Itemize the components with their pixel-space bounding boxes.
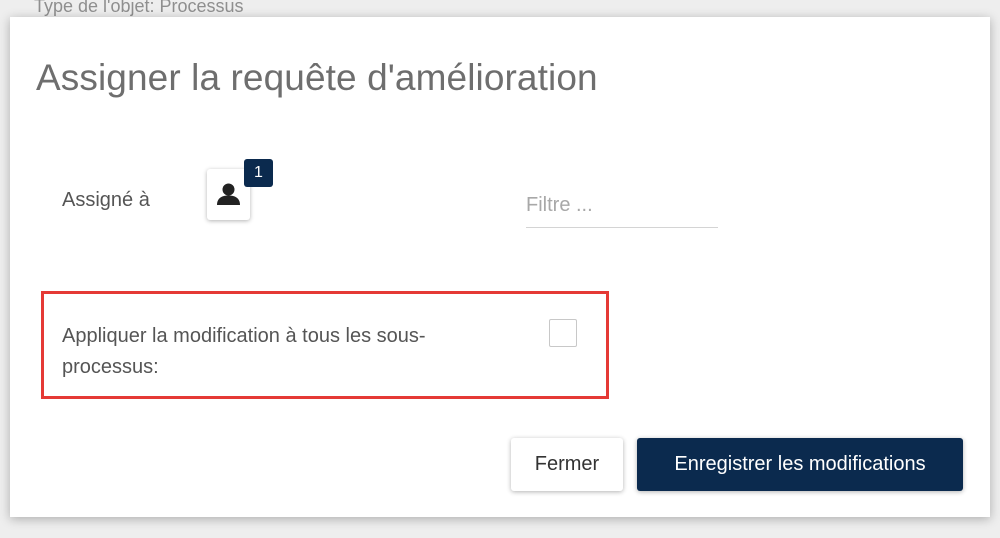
close-button[interactable]: Fermer [511,438,623,491]
assign-dialog: Assigner la requête d'amélioration Assig… [10,17,990,517]
apply-subprocess-checkbox[interactable] [549,319,577,347]
person-icon [217,183,240,205]
dialog-title: Assigner la requête d'amélioration [36,57,598,98]
assigned-to-label: Assigné à [62,189,150,211]
filter-input[interactable] [526,183,718,228]
assignee-count-badge: 1 [244,159,273,187]
save-changes-button[interactable]: Enregistrer les modifications [637,438,963,491]
object-type-text: Type de l'objet: Processus [34,0,244,16]
apply-subprocess-label: Appliquer la modification à tous les sou… [62,325,426,378]
